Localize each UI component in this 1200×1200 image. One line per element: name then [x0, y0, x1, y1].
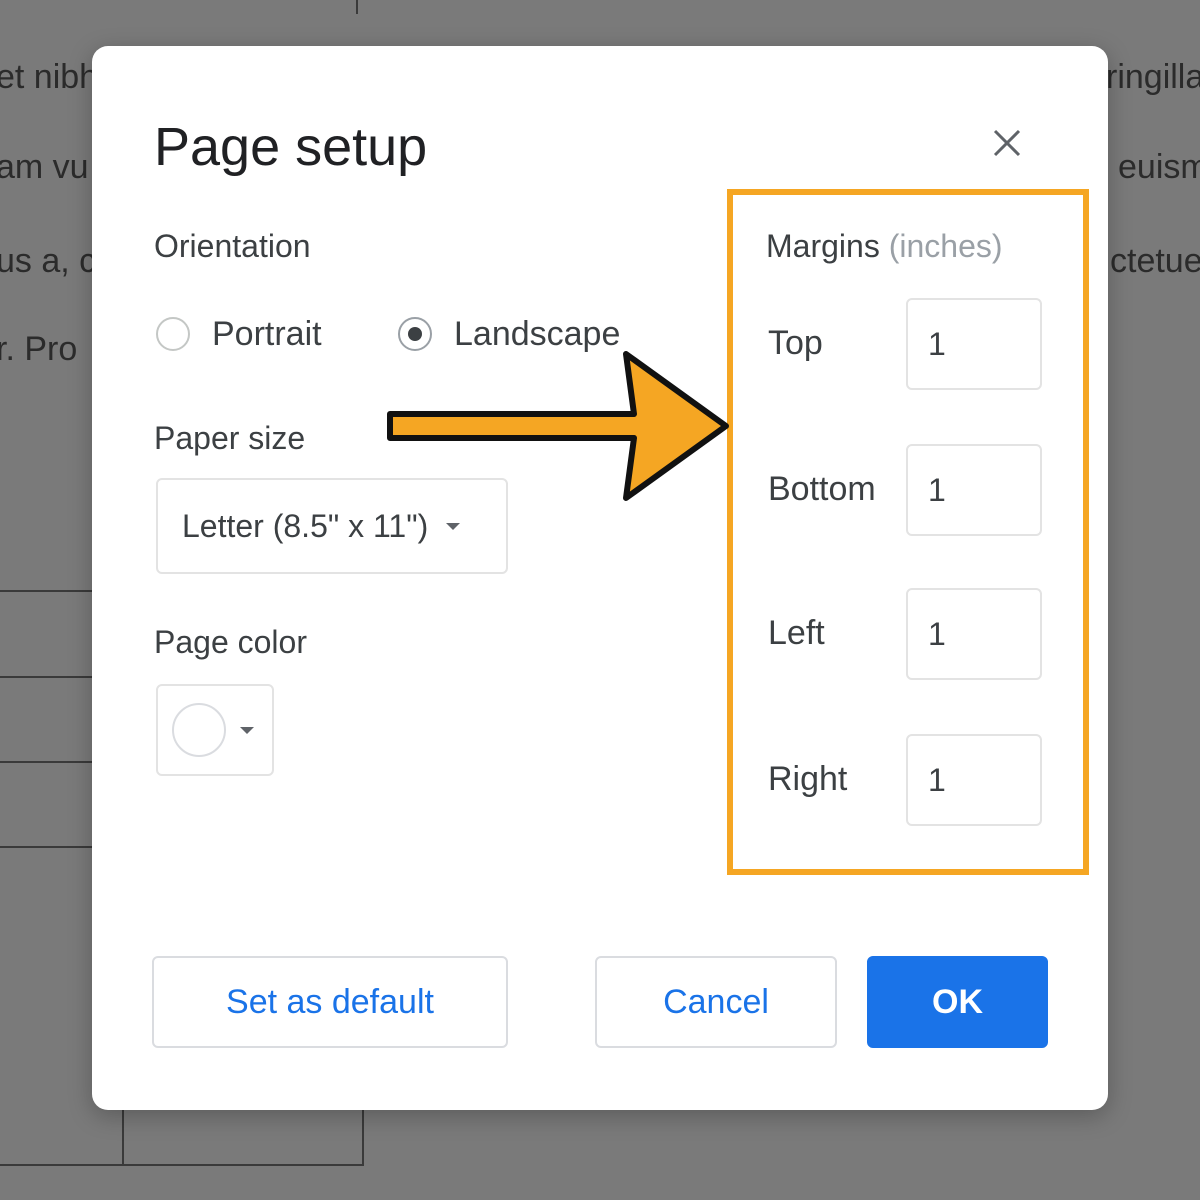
background-text: et nibh: [0, 58, 99, 96]
close-icon: [993, 129, 1021, 157]
paper-size-value: Letter (8.5" x 11"): [182, 507, 429, 544]
radio-dot: [408, 327, 422, 341]
page-color-label: Page color: [154, 624, 307, 660]
set-as-default-button[interactable]: Set as default: [152, 956, 508, 1048]
background-table-line: [0, 846, 92, 848]
background-text: am vu: [0, 148, 89, 186]
cancel-button[interactable]: Cancel: [595, 956, 837, 1048]
portrait-radio[interactable]: Portrait: [156, 310, 322, 358]
orientation-label: Orientation: [154, 228, 311, 264]
color-swatch-icon: [172, 703, 226, 757]
background-text: ringilla: [1106, 58, 1200, 96]
background-table-line: [356, 0, 358, 14]
background-table-line: [0, 761, 92, 763]
background-text: r. Pro: [0, 330, 78, 368]
background-table-line: [0, 1164, 364, 1166]
background-table-line: [0, 676, 92, 678]
pointer-arrow-icon: [387, 351, 729, 501]
background-text: us a, c: [0, 242, 97, 280]
chevron-down-icon: [446, 522, 461, 530]
radio-unchecked-icon: [156, 317, 190, 351]
page-color-picker[interactable]: [156, 684, 274, 776]
paper-size-label: Paper size: [154, 420, 306, 456]
background-table-line: [122, 1110, 124, 1166]
margins-highlight-box: [727, 189, 1089, 875]
portrait-label: Portrait: [212, 314, 322, 353]
chevron-down-icon: [240, 726, 254, 734]
background-text: euism: [1118, 148, 1200, 186]
background-text: ctetue: [1110, 242, 1200, 280]
background-table-line: [0, 590, 92, 592]
ok-button[interactable]: OK: [867, 956, 1048, 1048]
background-table-line: [362, 1110, 364, 1166]
close-button[interactable]: [982, 118, 1032, 168]
dialog-title: Page setup: [154, 117, 428, 177]
